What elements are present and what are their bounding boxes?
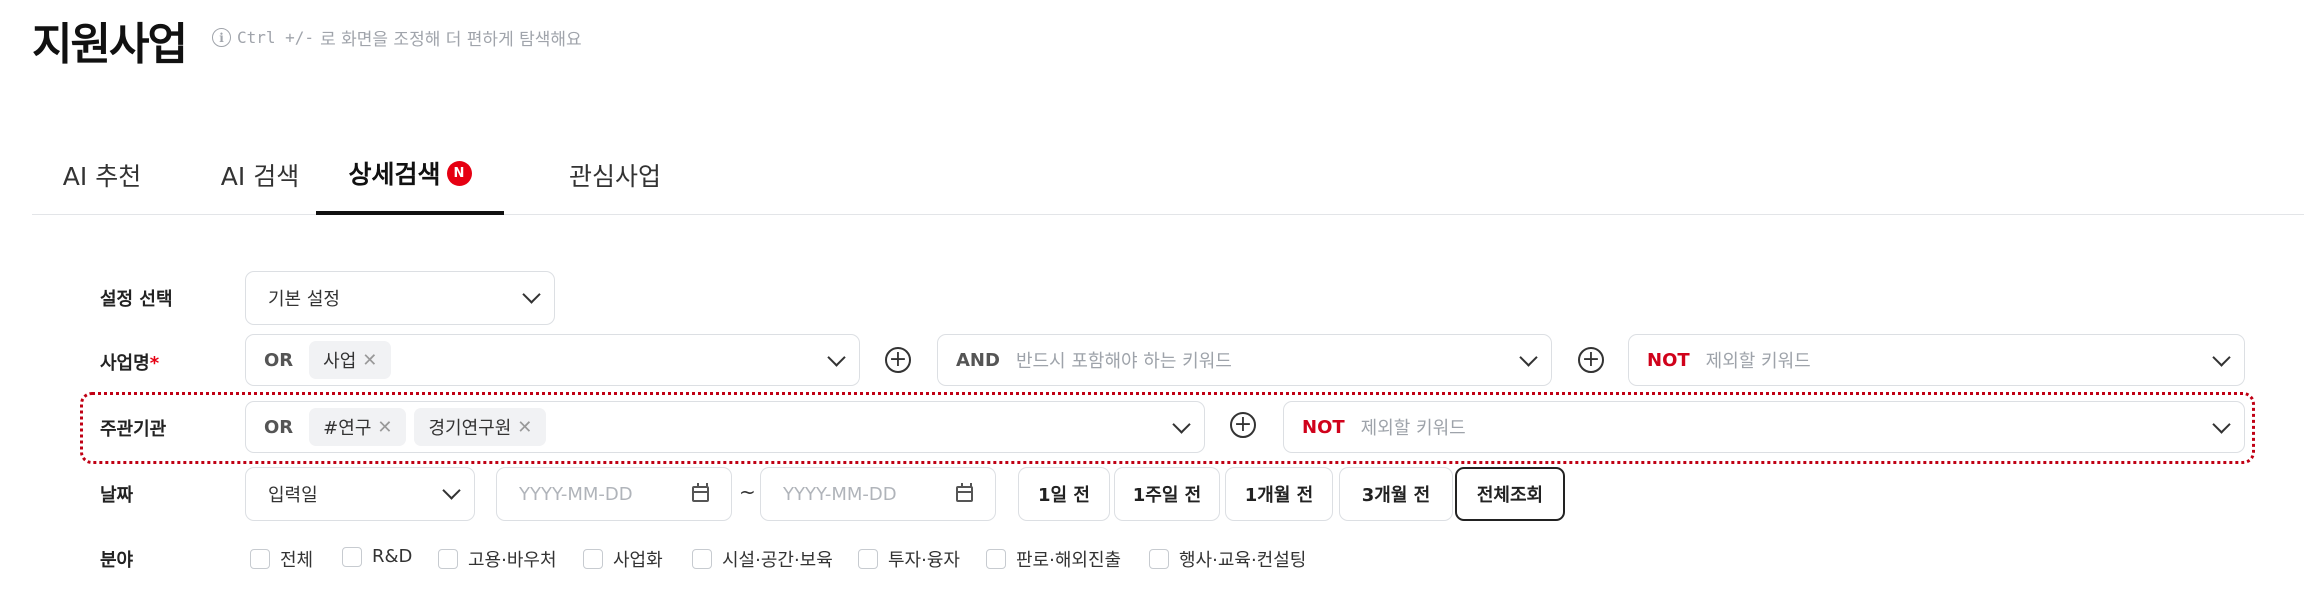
date-separator: ~: [739, 480, 756, 504]
chevron-down-icon: [2212, 348, 2231, 367]
field-option-facility[interactable]: 시설·공간·보육: [692, 546, 833, 572]
keyword-tag: 경기연구원 ✕: [414, 408, 547, 446]
checkbox[interactable]: [858, 549, 878, 569]
not-operator: NOT: [1647, 349, 1690, 371]
tab-interest[interactable]: 관심사업: [520, 135, 710, 215]
keyword-tag: #연구 ✕: [309, 408, 407, 446]
plus-circle-icon[interactable]: +: [885, 347, 911, 373]
end-date-input[interactable]: YYYY-MM-DD: [760, 467, 996, 521]
quick-1month-button[interactable]: 1개월 전: [1225, 467, 1333, 521]
checkbox[interactable]: [986, 549, 1006, 569]
hint-shortcut: Ctrl +/-: [237, 28, 315, 47]
agency-not-field[interactable]: NOT 제외할 키워드: [1283, 401, 2245, 453]
field-option-employment[interactable]: 고용·바우처: [438, 546, 557, 572]
calendar-icon[interactable]: [692, 483, 709, 502]
tab-ai-recommend[interactable]: AI 추천: [32, 135, 172, 215]
checkbox[interactable]: [250, 549, 270, 569]
checkbox[interactable]: [342, 546, 362, 567]
zoom-hint: i Ctrl +/- 로 화면을 조정해 더 편하게 탐색해요: [212, 25, 582, 50]
chevron-down-icon: [1519, 348, 1538, 367]
quick-all-button[interactable]: 전체조회: [1455, 467, 1565, 521]
quick-1day-button[interactable]: 1일 전: [1018, 467, 1110, 521]
page-title: 지원사업: [32, 19, 188, 70]
chevron-down-icon: [442, 481, 461, 500]
settings-label: 설정 선택: [100, 289, 173, 310]
field-option-event[interactable]: 행사·교육·컨설팅: [1149, 546, 1306, 572]
and-operator: AND: [956, 349, 1000, 371]
date-type-select[interactable]: 입력일: [245, 467, 475, 521]
chevron-down-icon: [827, 348, 846, 367]
settings-select[interactable]: 기본 설정: [245, 271, 555, 325]
quick-3month-button[interactable]: 3개월 전: [1339, 467, 1453, 521]
checkbox[interactable]: [692, 549, 712, 569]
close-icon[interactable]: ✕: [362, 350, 377, 371]
field-option-all[interactable]: 전체: [250, 546, 313, 572]
field-option-rnd[interactable]: R&D: [342, 546, 412, 567]
close-icon[interactable]: ✕: [377, 417, 392, 438]
or-operator: OR: [264, 416, 294, 438]
chevron-down-icon: [522, 285, 541, 304]
business-name-label: 사업명*: [100, 353, 160, 374]
field-option-commercialization[interactable]: 사업화: [583, 546, 663, 572]
business-name-or-field[interactable]: OR 사업 ✕: [245, 334, 860, 386]
close-icon[interactable]: ✕: [517, 417, 532, 438]
new-badge: N: [446, 160, 472, 186]
chevron-down-icon: [1172, 415, 1191, 434]
not-operator: NOT: [1302, 416, 1345, 438]
required-mark: *: [149, 353, 160, 374]
business-name-not-field[interactable]: NOT 제외할 키워드: [1628, 334, 2245, 386]
calendar-icon[interactable]: [956, 483, 973, 502]
field-option-investment[interactable]: 투자·융자: [858, 546, 960, 572]
info-icon: i: [212, 28, 231, 47]
tab-bar: AI 추천 AI 검색 상세검색 N 관심사업: [32, 135, 2304, 215]
or-operator: OR: [264, 349, 294, 371]
hint-text: 로 화면을 조정해 더 편하게 탐색해요: [320, 30, 582, 50]
date-label: 날짜: [100, 485, 134, 506]
start-date-input[interactable]: YYYY-MM-DD: [496, 467, 732, 521]
keyword-tag: 사업 ✕: [309, 341, 392, 379]
field-option-market[interactable]: 판로·해외진출: [986, 546, 1121, 572]
business-name-and-field[interactable]: AND 반드시 포함해야 하는 키워드: [937, 334, 1552, 386]
checkbox[interactable]: [438, 549, 458, 569]
chevron-down-icon: [2212, 415, 2231, 434]
plus-circle-icon[interactable]: +: [1578, 347, 1604, 373]
checkbox[interactable]: [1149, 549, 1169, 569]
field-label: 분야: [100, 550, 134, 571]
plus-circle-icon[interactable]: +: [1230, 412, 1256, 438]
agency-or-field[interactable]: OR #연구 ✕ 경기연구원 ✕: [245, 401, 1205, 453]
checkbox[interactable]: [583, 549, 603, 569]
quick-1week-button[interactable]: 1주일 전: [1114, 467, 1220, 521]
tab-detail-search[interactable]: 상세검색 N: [316, 135, 504, 215]
agency-label: 주관기관: [100, 419, 167, 440]
